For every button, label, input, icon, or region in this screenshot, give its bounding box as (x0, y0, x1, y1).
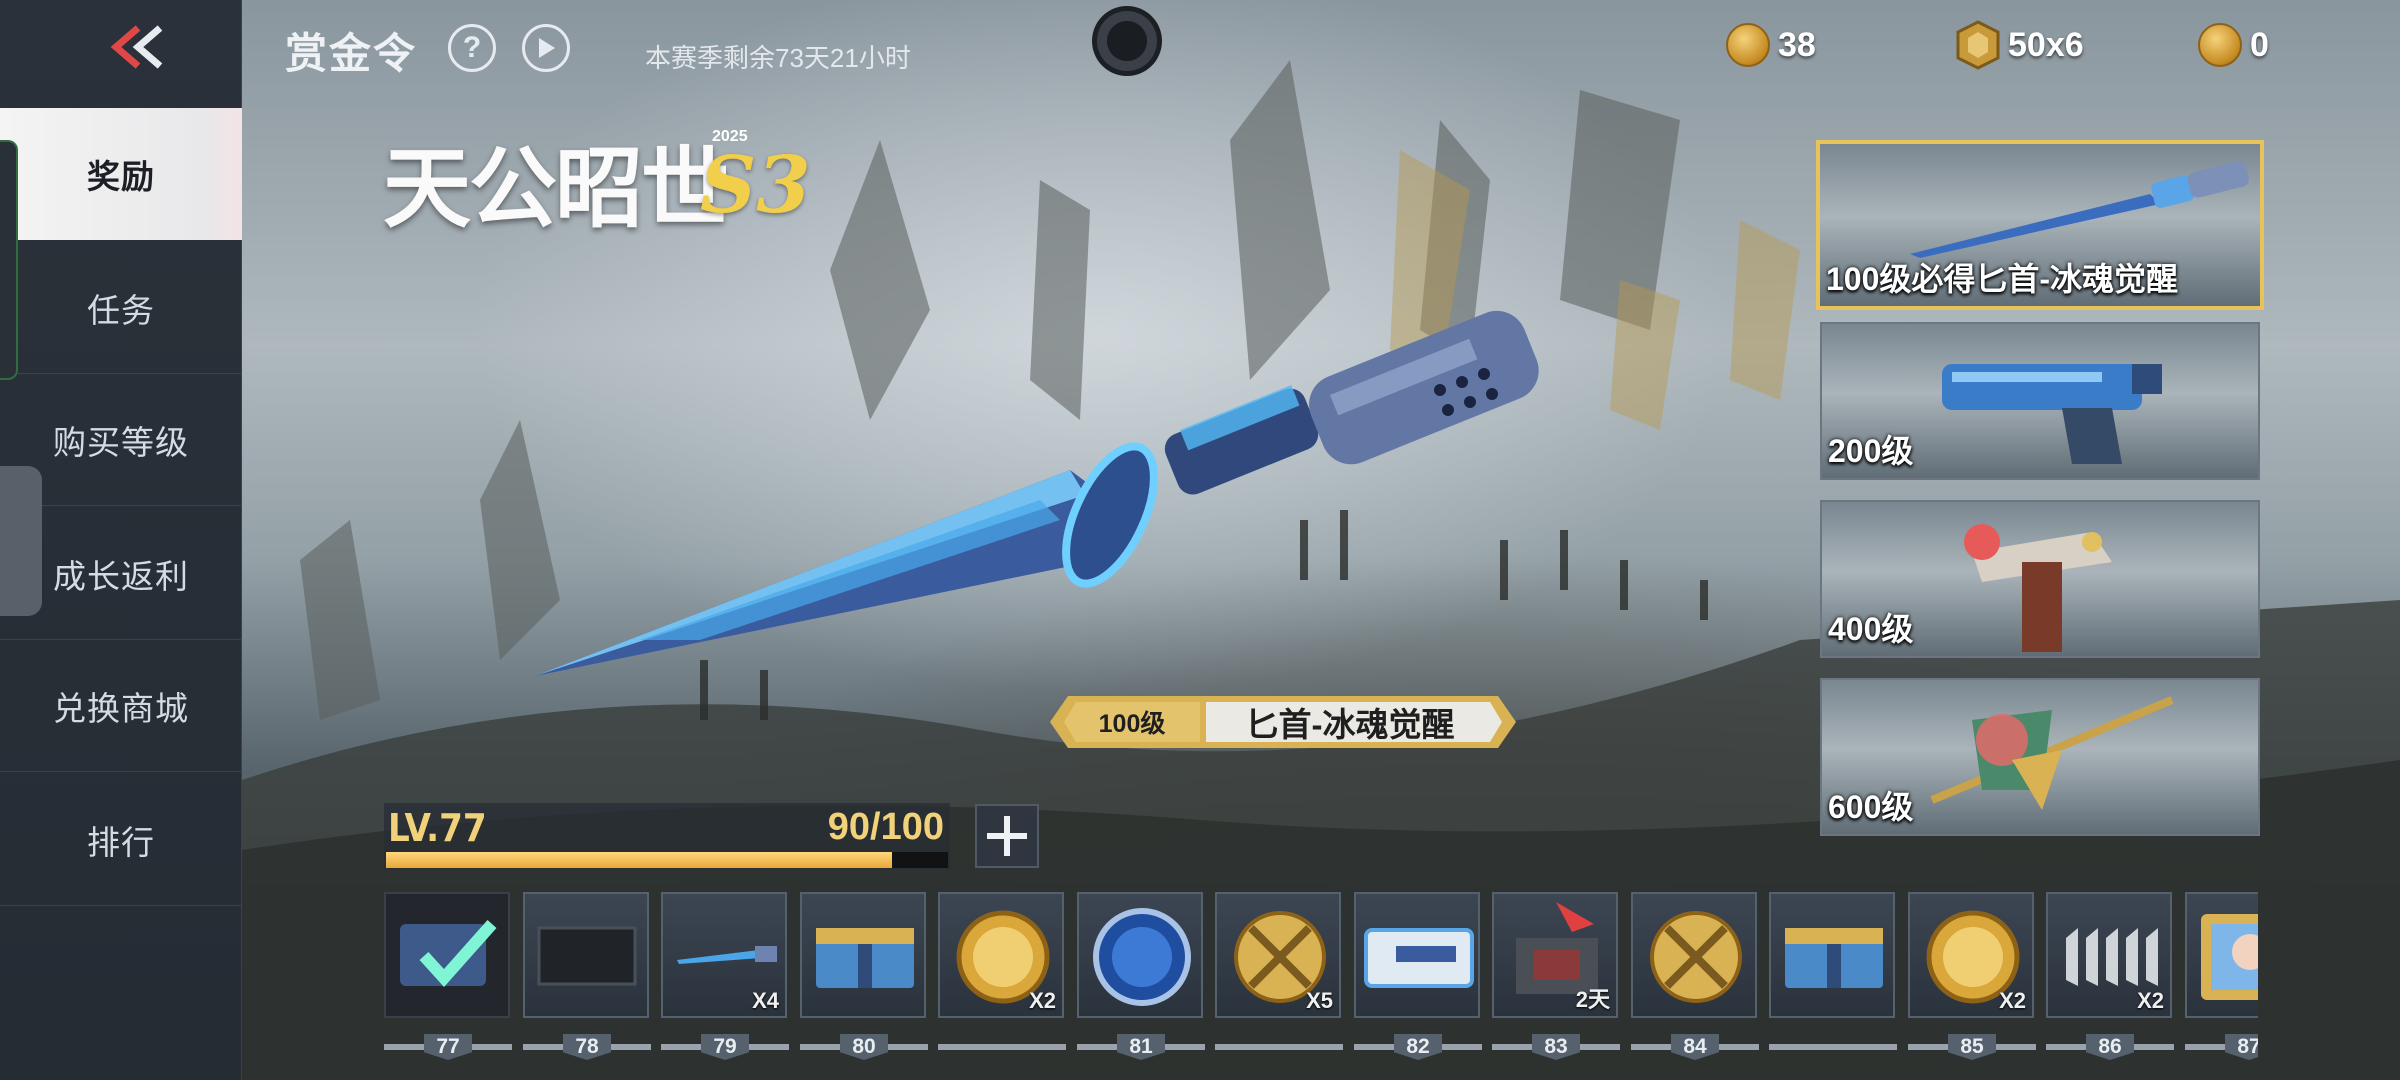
level-tag: 84 (1671, 1034, 1719, 1060)
bounty-token-icon (1956, 20, 2000, 70)
edge-floating-handle[interactable] (0, 466, 42, 616)
nav-tasks[interactable]: 任务 (0, 242, 242, 374)
level-track-segment (1215, 1044, 1343, 1050)
level-tag: 78 (563, 1034, 611, 1060)
exp-badge-icon (1093, 908, 1191, 1006)
nav-label: 成长返利 (53, 557, 189, 595)
reward-quantity: 2天 (1575, 987, 1610, 1012)
bounty-coin-add-icon (2198, 23, 2242, 67)
camera-cutout (1092, 6, 1162, 76)
featured-name: 匕首-冰魂觉醒 (1245, 706, 1455, 743)
level-track-segment (938, 1044, 1066, 1050)
exp-progress-fill (386, 852, 892, 868)
play-triangle (539, 38, 555, 58)
reward-slot[interactable] (800, 892, 926, 1018)
exp-progress-text: 90/100 (827, 806, 944, 848)
reward-slot[interactable]: X2 (2046, 892, 2172, 1018)
level-track-segment (1769, 1044, 1897, 1050)
level-tag: 83 (1532, 1034, 1580, 1060)
crossed-rifles-icon (1650, 911, 1742, 1003)
reward-card-600[interactable]: 600级 (1820, 678, 2260, 836)
supply-crate-icon (1785, 928, 1883, 988)
reward-slot[interactable]: X2 (938, 892, 1064, 1018)
reward-slot[interactable] (1354, 892, 1480, 1018)
weapon-card-icon (1364, 928, 1474, 988)
reward-slot[interactable] (2185, 892, 2258, 1018)
reward-quantity: X2 (1029, 988, 1056, 1013)
currency-value: 50x6 (2008, 25, 2084, 64)
buy-level-plus-button[interactable] (975, 804, 1039, 868)
gold-coin-icon (1726, 23, 1770, 67)
featured-level: 100级 (1098, 710, 1166, 738)
edge-drawer-handle[interactable] (0, 140, 18, 380)
nav-exchange-shop[interactable]: 兑换商城 (0, 640, 242, 772)
currency-value: 38 (1778, 25, 1816, 64)
page-title: 赏金令 (285, 30, 418, 77)
question-icon[interactable]: ? (448, 24, 496, 72)
level-tag: 77 (424, 1034, 472, 1060)
reward-card-400[interactable]: 400级 (1820, 500, 2260, 658)
currency-bounty-coin[interactable]: 0 (2198, 20, 2269, 70)
reward-slot[interactable] (1769, 892, 1895, 1018)
level-tag: 81 (1117, 1034, 1165, 1060)
reward-card-label: 600级 (1828, 789, 1914, 825)
reward-quantity: X2 (1999, 988, 2026, 1013)
nav-label: 购买等级 (53, 423, 189, 461)
level-tag: 79 (701, 1034, 749, 1060)
back-button[interactable] (108, 24, 172, 70)
season-logo-number: S3 (700, 140, 811, 231)
level-tag: 86 (2086, 1034, 2134, 1060)
currency-value: 0 (2250, 25, 2269, 64)
reward-card-label: 400级 (1828, 611, 1914, 647)
level-tag: 87 (2225, 1034, 2258, 1060)
reward-card-label: 200级 (1828, 433, 1914, 469)
reward-slot[interactable] (523, 892, 649, 1018)
reward-slot[interactable]: X5 (1215, 892, 1341, 1018)
nav-rewards[interactable]: 奖励 (0, 108, 242, 240)
reward-quantity: X5 (1306, 988, 1333, 1013)
currency-bounty-token[interactable]: 50x6 (1956, 20, 2084, 70)
season-logo: 天公昭世 (383, 136, 729, 240)
current-level: LV.77 (388, 806, 487, 850)
dark-card-icon (537, 926, 637, 986)
level-tag: 85 (1948, 1034, 1996, 1060)
reward-slot[interactable]: X4 (661, 892, 787, 1018)
nav-label: 兑换商城 (53, 689, 189, 727)
level-tag: 82 (1394, 1034, 1442, 1060)
play-icon[interactable] (522, 24, 570, 72)
reward-quantity: X4 (752, 988, 779, 1013)
nav-label: 排行 (87, 823, 155, 861)
currency-gold[interactable]: 38 (1726, 20, 1816, 70)
level-tag: 80 (840, 1034, 888, 1060)
claimed-check-icon (400, 920, 497, 987)
reward-slot[interactable] (1631, 892, 1757, 1018)
reward-card-label: 100级必得匕首-冰魂觉醒 (1826, 261, 2179, 297)
reward-card-100[interactable]: 100级必得匕首-冰魂觉醒 (1816, 140, 2264, 310)
nav-ranking[interactable]: 排行 (0, 774, 242, 906)
season-remaining-text: 本赛季剩余73天21小时 (645, 43, 911, 73)
reward-slot[interactable]: X2 (1908, 892, 2034, 1018)
supply-crate-icon (816, 928, 914, 988)
reward-slot[interactable]: 2天 (1492, 892, 1618, 1018)
reward-card-200[interactable]: 200级 (1820, 322, 2260, 480)
character-card-icon (2201, 914, 2258, 1000)
nav-label: 奖励 (87, 158, 155, 195)
reward-slot[interactable] (1077, 892, 1203, 1018)
reward-track: 77 78 X4 79 80 X2 81 X5 82 2天 83 84 X2 85 X2 86 87 (384, 890, 2258, 1080)
nav-label: 任务 (87, 291, 155, 329)
double-chevron-left-icon (110, 25, 163, 69)
reward-slot[interactable] (384, 892, 510, 1018)
plus-icon (987, 816, 1027, 856)
reward-quantity: X2 (2137, 988, 2164, 1013)
